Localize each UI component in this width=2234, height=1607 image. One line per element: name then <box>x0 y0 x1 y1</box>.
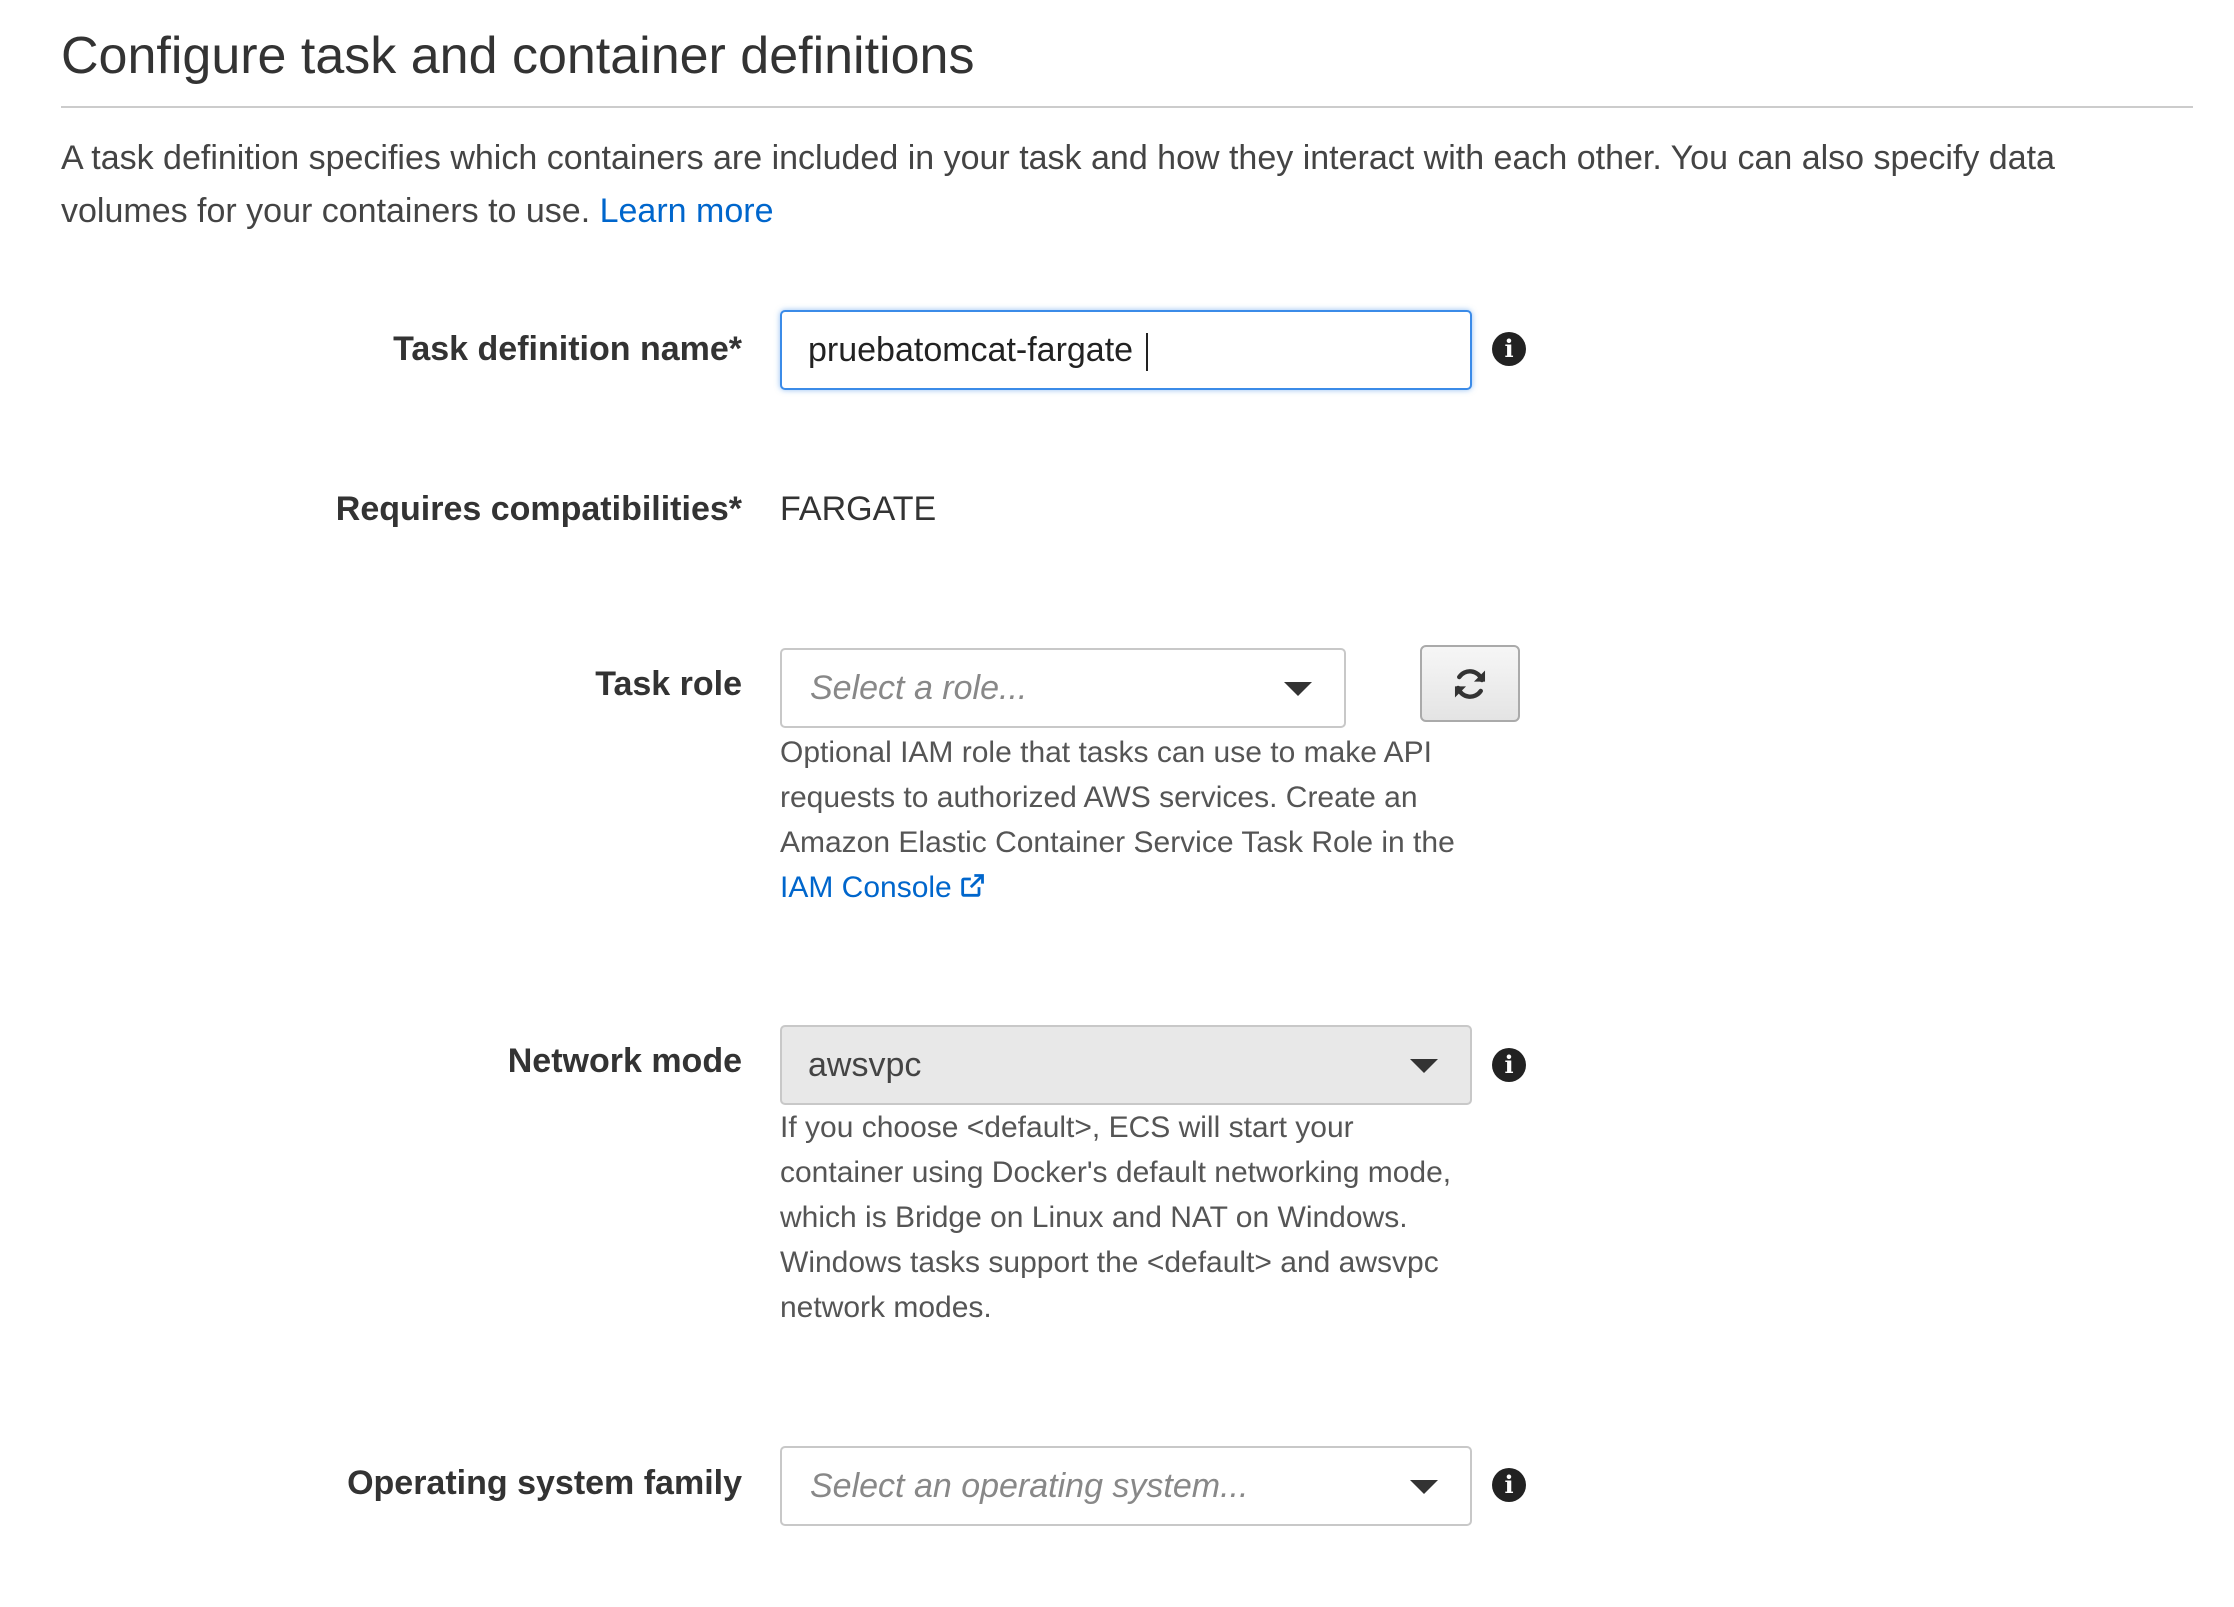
network-mode-value: awsvpc <box>808 1046 922 1084</box>
operating-system-family-select[interactable]: Select an operating system... <box>780 1446 1472 1526</box>
network-mode-help: If you choose <default>, ECS will start … <box>780 1111 1452 1324</box>
chevron-down-icon <box>1410 1480 1438 1494</box>
task-definition-name-input[interactable] <box>780 310 1472 390</box>
intro-text: A task definition specifies which contai… <box>61 139 2055 230</box>
chevron-down-icon <box>1284 682 1312 696</box>
external-link-icon <box>961 874 984 897</box>
title-divider <box>61 106 2193 108</box>
intro-paragraph: A task definition specifies which contai… <box>61 132 2171 238</box>
task-role-help: Optional IAM role that tasks can use to … <box>780 730 1490 910</box>
requires-compatibilities-label: Requires compatibilities* <box>335 490 742 528</box>
chevron-down-icon <box>1410 1059 1438 1073</box>
page-title: Configure task and container definitions <box>61 27 975 85</box>
task-definition-name-label: Task definition name* <box>393 330 742 368</box>
network-mode-label: Network mode <box>507 1042 742 1080</box>
refresh-icon <box>1454 668 1486 699</box>
network-mode-select[interactable]: awsvpc <box>780 1025 1472 1105</box>
operating-system-family-label: Operating system family <box>347 1464 742 1502</box>
task-role-help-text: Optional IAM role that tasks can use to … <box>780 736 1455 859</box>
info-icon[interactable]: i <box>1492 1468 1526 1502</box>
task-role-placeholder: Select a role... <box>810 669 1028 707</box>
operating-system-placeholder: Select an operating system... <box>810 1467 1249 1505</box>
task-role-select[interactable]: Select a role... <box>780 648 1346 728</box>
info-icon[interactable]: i <box>1492 332 1526 366</box>
iam-console-link[interactable]: IAM Console <box>780 871 986 904</box>
refresh-roles-button[interactable] <box>1420 645 1520 722</box>
requires-compatibilities-value: FARGATE <box>780 490 937 528</box>
text-cursor <box>1146 333 1148 371</box>
learn-more-link[interactable]: Learn more <box>600 192 774 230</box>
info-icon[interactable]: i <box>1492 1048 1526 1082</box>
task-role-label: Task role <box>595 665 742 703</box>
